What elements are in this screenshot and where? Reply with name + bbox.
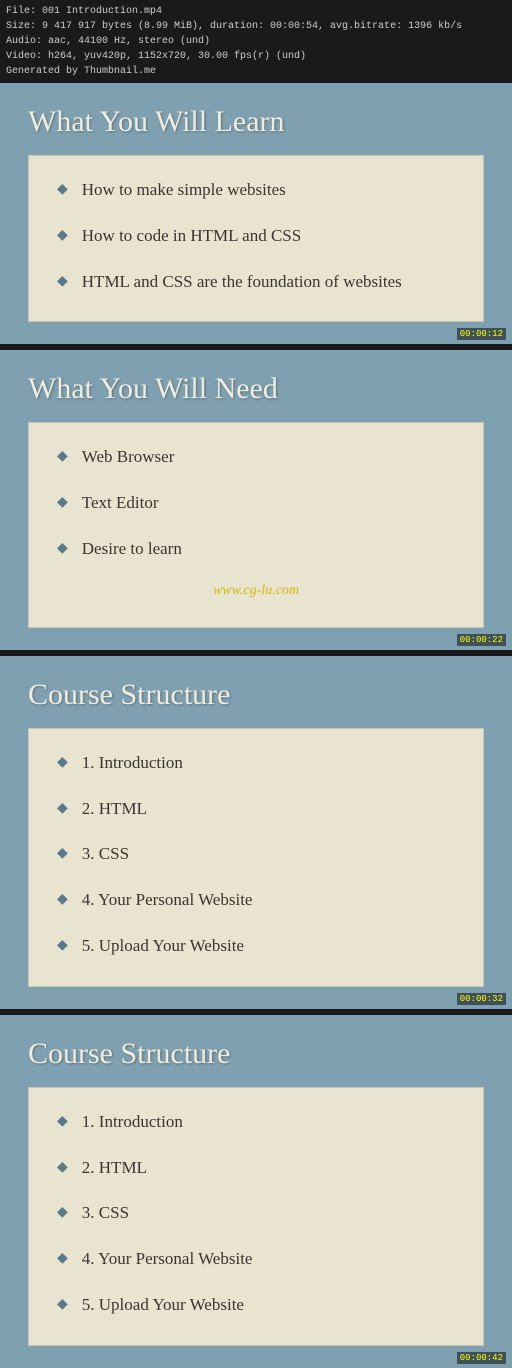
slide3-bullet-4-text: 4. Your Personal Website <box>82 888 253 912</box>
slide2-bullet-1: ◆ Web Browser <box>57 445 455 469</box>
watermark: www.cg-lu.com <box>57 583 455 599</box>
slide4-bullet-3-text: 3. CSS <box>82 1201 129 1225</box>
file-info: File: 001 Introduction.mp4 Size: 9 417 9… <box>0 0 512 83</box>
slide-what-you-will-learn: What You Will Learn ◆ How to make simple… <box>0 83 512 344</box>
slide2-bullet-3: ◆ Desire to learn <box>57 537 455 561</box>
slide4-bullet-2-text: 2. HTML <box>82 1156 147 1180</box>
slide3-bullet-3-text: 3. CSS <box>82 842 129 866</box>
diamond-icon-6: ◆ <box>57 539 68 559</box>
diamond-icon-11: ◆ <box>57 936 68 956</box>
slide2-title: What You Will Need <box>28 372 484 406</box>
slide4-timestamp: 00:00:42 <box>457 1352 506 1364</box>
diamond-icon-2: ◆ <box>57 226 68 246</box>
slide1-bullet-3: ◆ HTML and CSS are the foundation of web… <box>57 270 455 294</box>
slide2-bullet-2-text: Text Editor <box>82 491 159 515</box>
diamond-icon-1: ◆ <box>57 180 68 200</box>
slide4-bullet-1-text: 1. Introduction <box>82 1110 183 1134</box>
diamond-icon-7: ◆ <box>57 753 68 773</box>
slide1-bullet-1-text: How to make simple websites <box>82 178 286 202</box>
file-info-line4: Video: h264, yuv420p, 1152x720, 30.00 fp… <box>6 49 506 64</box>
slide2-bullet-3-text: Desire to learn <box>82 537 182 561</box>
file-info-line5: Generated by Thumbnail.me <box>6 64 506 79</box>
diamond-icon-3: ◆ <box>57 272 68 292</box>
diamond-icon-13: ◆ <box>57 1158 68 1178</box>
diamond-icon-8: ◆ <box>57 799 68 819</box>
slide-course-structure-1: Course Structure ◆ 1. Introduction ◆ 2. … <box>0 656 512 1009</box>
slide1-bullet-2: ◆ How to code in HTML and CSS <box>57 224 455 248</box>
slide1-timestamp: 00:00:12 <box>457 328 506 340</box>
diamond-icon-16: ◆ <box>57 1295 68 1315</box>
slide2-content: ◆ Web Browser ◆ Text Editor ◆ Desire to … <box>28 422 484 627</box>
slide3-bullet-1: ◆ 1. Introduction <box>57 751 455 775</box>
slide2-bullet-2: ◆ Text Editor <box>57 491 455 515</box>
slide3-bullet-4: ◆ 4. Your Personal Website <box>57 888 455 912</box>
file-info-line2: Size: 9 417 917 bytes (8.99 MiB), durati… <box>6 19 506 34</box>
file-info-line1: File: 001 Introduction.mp4 <box>6 4 506 19</box>
slide3-bullet-2-text: 2. HTML <box>82 797 147 821</box>
slide4-bullet-4: ◆ 4. Your Personal Website <box>57 1247 455 1271</box>
slide4-bullet-3: ◆ 3. CSS <box>57 1201 455 1225</box>
diamond-icon-14: ◆ <box>57 1203 68 1223</box>
file-info-line3: Audio: aac, 44100 Hz, stereo (und) <box>6 34 506 49</box>
slide1-content: ◆ How to make simple websites ◆ How to c… <box>28 155 484 322</box>
slide3-bullet-1-text: 1. Introduction <box>82 751 183 775</box>
slide4-bullet-5: ◆ 5. Upload Your Website <box>57 1293 455 1317</box>
slide4-bullet-5-text: 5. Upload Your Website <box>82 1293 244 1317</box>
slide3-bullet-5-text: 5. Upload Your Website <box>82 934 244 958</box>
slide2-bullet-1-text: Web Browser <box>82 445 175 469</box>
slide2-timestamp: 00:00:22 <box>457 634 506 646</box>
slide3-content: ◆ 1. Introduction ◆ 2. HTML ◆ 3. CSS ◆ 4… <box>28 728 484 987</box>
slide3-bullet-3: ◆ 3. CSS <box>57 842 455 866</box>
slide3-bullet-5: ◆ 5. Upload Your Website <box>57 934 455 958</box>
slide1-bullet-3-text: HTML and CSS are the foundation of websi… <box>82 270 402 294</box>
slide-what-you-will-need: What You Will Need ◆ Web Browser ◆ Text … <box>0 350 512 649</box>
diamond-icon-10: ◆ <box>57 890 68 910</box>
slide-course-structure-2: Course Structure ◆ 1. Introduction ◆ 2. … <box>0 1015 512 1368</box>
diamond-icon-12: ◆ <box>57 1112 68 1132</box>
slide3-timestamp: 00:00:32 <box>457 993 506 1005</box>
diamond-icon-5: ◆ <box>57 493 68 513</box>
slide1-bullet-1: ◆ How to make simple websites <box>57 178 455 202</box>
slide4-content: ◆ 1. Introduction ◆ 2. HTML ◆ 3. CSS ◆ 4… <box>28 1087 484 1346</box>
slide4-bullet-1: ◆ 1. Introduction <box>57 1110 455 1134</box>
slide1-bullet-2-text: How to code in HTML and CSS <box>82 224 301 248</box>
diamond-icon-15: ◆ <box>57 1249 68 1269</box>
diamond-icon-4: ◆ <box>57 447 68 467</box>
slide3-title: Course Structure <box>28 678 484 712</box>
slide3-bullet-2: ◆ 2. HTML <box>57 797 455 821</box>
slide4-title: Course Structure <box>28 1037 484 1071</box>
diamond-icon-9: ◆ <box>57 844 68 864</box>
slide4-bullet-4-text: 4. Your Personal Website <box>82 1247 253 1271</box>
slide4-bullet-2: ◆ 2. HTML <box>57 1156 455 1180</box>
slide1-title: What You Will Learn <box>28 105 484 139</box>
